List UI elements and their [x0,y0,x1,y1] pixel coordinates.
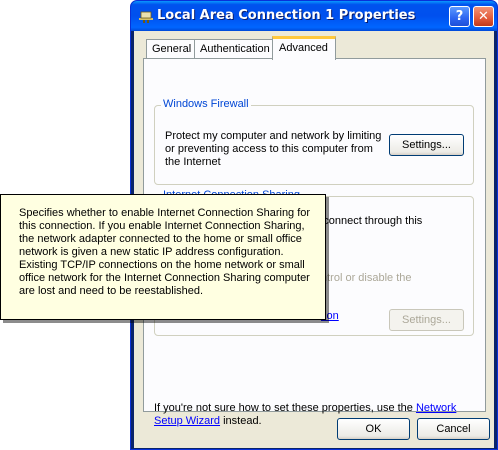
window-title: Local Area Connection 1 Properties [157,8,416,23]
footer-text-before: If you're not sure how to set these prop… [154,402,416,414]
tab-advanced[interactable]: Advanced [272,36,336,60]
tab-authentication[interactable]: Authentication [194,39,276,59]
tab-general[interactable]: General [146,39,198,59]
cancel-button[interactable]: Cancel [417,418,490,440]
tooltip-text: Specifies whether to enable Internet Con… [19,207,311,297]
close-button[interactable]: ✕ [473,6,494,27]
title-bar[interactable]: Local Area Connection 1 Properties ? ✕ [131,1,497,31]
ics-control-text: ntrol or disable the [321,272,412,284]
help-button[interactable]: ? [449,6,470,27]
windows-firewall-group: Windows Firewall Protect my computer and… [154,98,474,185]
ok-button[interactable]: OK [337,418,410,440]
ics-settings-button: Settings... [389,309,464,331]
network-connection-icon [139,11,153,23]
firewall-description: Protect my computer and network by limit… [165,130,382,168]
windows-firewall-group-label: Windows Firewall [161,98,251,110]
footer-text-after: instead. [220,415,262,427]
ics-tooltip: Specifies whether to enable Internet Con… [0,194,326,320]
firewall-settings-button[interactable]: Settings... [389,134,464,156]
